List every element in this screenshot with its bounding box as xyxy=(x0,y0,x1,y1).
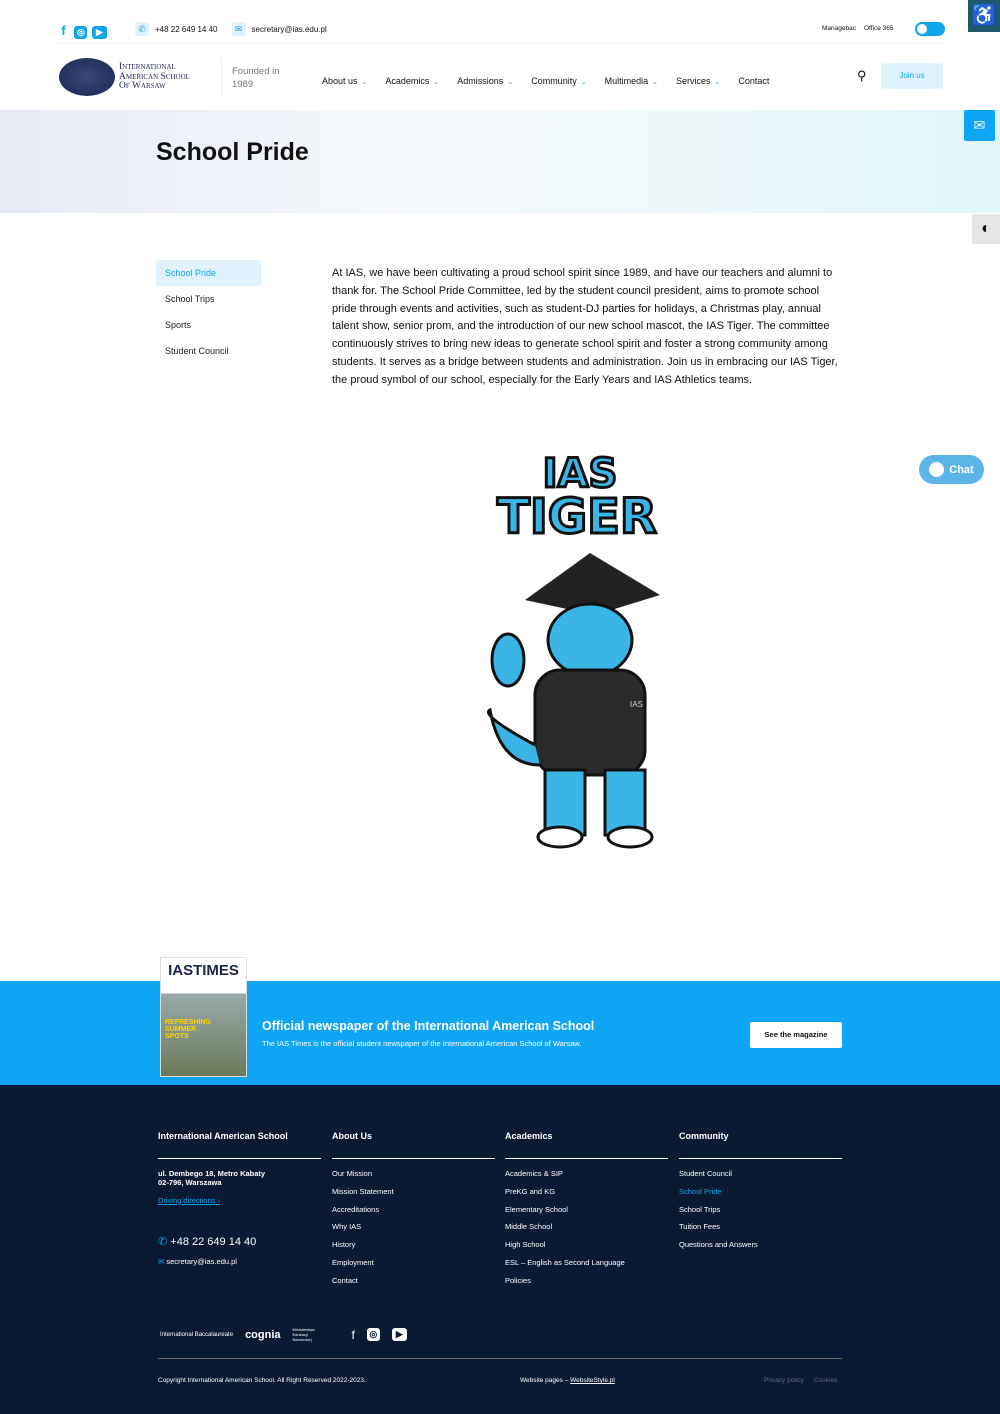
svg-text:TIGER: TIGER xyxy=(497,489,657,545)
page-title: School Pride xyxy=(156,138,309,166)
footer-col-about: About Us Our Mission Mission Statement Acc… xyxy=(332,1131,495,1294)
footer-col-academics: Academics Academics & SIP PreKG and KG Ele… xyxy=(505,1131,668,1294)
nav-academics[interactable]: Academics ⌄ xyxy=(385,76,439,86)
facebook-icon[interactable]: f xyxy=(57,24,70,37)
facebook-icon[interactable]: f xyxy=(352,1328,355,1342)
hero-banner: School Pride xyxy=(0,110,1000,213)
driving-directions-link[interactable]: Driving directions › xyxy=(158,1196,321,1205)
mail-button[interactable]: ✉ xyxy=(964,110,995,141)
ib-logo: International Baccalaureate xyxy=(160,1331,234,1338)
footer-col-community: Community Student Council School Pride Sch… xyxy=(679,1131,842,1258)
main-nav: About us ⌄ Academics ⌄ Admissions ⌄ Community ⌄… xyxy=(322,71,787,89)
youtube-icon[interactable]: ▶ xyxy=(91,26,107,39)
tiger-mascot-image: IAS TIGER IAS xyxy=(487,450,660,849)
footer: International American School ul. Dembeg… xyxy=(0,1085,1000,1414)
sidebar-item-sports[interactable]: Sports xyxy=(156,312,261,338)
footer-email[interactable]: secretary@ias.edu.pl xyxy=(166,1257,237,1266)
email-icon: ✉ xyxy=(231,22,246,36)
footer-phone[interactable]: +48 22 649 14 40 xyxy=(170,1236,256,1248)
accessibility-icon[interactable]: ♿ xyxy=(968,0,1000,32)
instagram-icon[interactable]: ◎ xyxy=(74,26,88,39)
messenger-icon xyxy=(929,462,945,477)
svg-text:IAS: IAS xyxy=(630,700,643,709)
nav-multimedia[interactable]: Multimedia ⌄ xyxy=(605,76,658,86)
nav-admissions[interactable]: Admissions ⌄ xyxy=(457,76,513,86)
nav-community[interactable]: Community ⌄ xyxy=(531,76,586,86)
founded: Founded in 1989 xyxy=(232,66,280,90)
partner-logos: International Baccalaureate cognia Minis… xyxy=(160,1327,407,1342)
email-link[interactable]: secretary@ias.edu.pl xyxy=(252,25,327,34)
youtube-icon[interactable]: ▶ xyxy=(391,1328,407,1341)
newspaper-title: Official newspaper of the International … xyxy=(262,1019,595,1033)
contrast-icon[interactable]: ◐ xyxy=(972,214,1000,244)
logo-emblem[interactable] xyxy=(59,58,115,96)
email-icon: ✉ xyxy=(158,1256,165,1266)
sidebar-nav: School Pride School Trips Sports Student… xyxy=(156,260,261,364)
phone-icon: ✆ xyxy=(135,22,149,36)
nav-services[interactable]: Services ⌄ xyxy=(676,76,720,86)
sidebar-item-school-trips[interactable]: School Trips xyxy=(156,286,261,312)
see-magazine-button[interactable]: See the magazine xyxy=(750,1022,842,1048)
footer-col-school: International American School ul. Dembeg… xyxy=(158,1131,321,1274)
credits: Website pages – WebsiteStyle.pl xyxy=(520,1377,615,1384)
logo-text[interactable]: International American School Of Warsaw xyxy=(119,62,190,92)
theme-toggle[interactable] xyxy=(915,22,945,36)
top-bar: f ◎ ▶ ✆ +48 22 649 14 40 ✉ secretary@ias… xyxy=(0,0,1000,44)
phone-link[interactable]: +48 22 649 14 40 xyxy=(155,25,218,34)
privacy-link[interactable]: Privacy policy xyxy=(764,1377,804,1384)
content-text: At IAS, we have been cultivating a proud… xyxy=(332,267,838,386)
office365-link[interactable]: Office 365 xyxy=(864,25,894,32)
phone-icon: ✆ xyxy=(158,1235,168,1248)
newspaper-banner: Official newspaper of the International … xyxy=(0,981,1000,1085)
join-us-button[interactable]: Join us xyxy=(881,63,943,89)
men-logo: Ministerstwo Edukacji Narodowej xyxy=(292,1327,315,1342)
chat-button[interactable]: Chat xyxy=(919,455,984,484)
magazine-cover[interactable]: IASTIMES REFRESHING SUMMER SPOTS xyxy=(160,957,247,1077)
nav-contact[interactable]: Contact xyxy=(738,76,769,86)
sidebar-item-school-pride[interactable]: School Pride xyxy=(156,260,261,286)
sidebar-item-student-council[interactable]: Student Council xyxy=(156,338,261,364)
nav-about[interactable]: About us ⌄ xyxy=(322,76,367,86)
cognia-logo: cognia xyxy=(245,1328,281,1341)
copyright: Copyright International American School.… xyxy=(158,1377,366,1384)
managebac-link[interactable]: Managebac xyxy=(822,25,856,32)
newspaper-subtitle: The IAS Times is the official student ne… xyxy=(262,1039,582,1048)
cookies-link[interactable]: Cookies xyxy=(814,1377,837,1384)
instagram-icon[interactable]: ◎ xyxy=(366,1328,380,1341)
search-icon[interactable]: ⚲ xyxy=(857,68,867,84)
